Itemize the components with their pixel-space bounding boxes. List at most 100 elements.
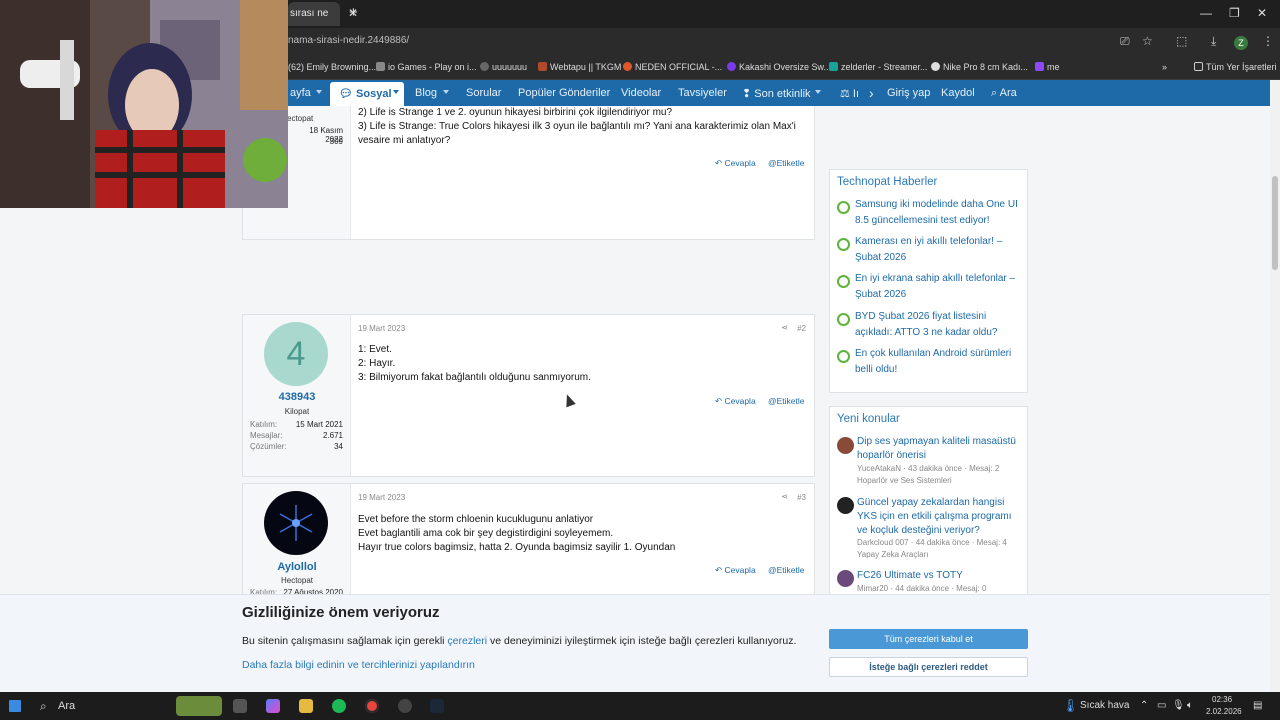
bookmark-item[interactable]: NEDEN OFFICIAL -...	[623, 62, 722, 72]
reply-button[interactable]: ↶ Cevapla	[715, 565, 756, 576]
nav-item-tavsiyeler[interactable]: Tavsiyeler	[678, 87, 727, 99]
avatar[interactable]: 4	[264, 322, 328, 386]
nav-item-home[interactable]: ayfa	[290, 87, 311, 99]
avatar[interactable]	[837, 497, 854, 514]
nav-item-sorular[interactable]: Sorular	[466, 87, 501, 99]
bookmark-item[interactable]: uuuuuuu	[480, 62, 527, 72]
tag-button[interactable]: @Etiketle	[768, 396, 805, 406]
topic-link[interactable]: Güncel yapay zekalardan hangisi YKS için…	[857, 496, 1023, 538]
accept-all-cookies-button[interactable]: Tüm çerezleri kabul et	[829, 629, 1028, 649]
close-window-icon[interactable]: ✕	[1257, 6, 1267, 20]
bookmark-item[interactable]: Kakashi Oversize Sw...	[727, 62, 831, 72]
minimize-icon[interactable]: —	[1200, 6, 1212, 20]
avatar[interactable]	[837, 437, 854, 454]
share-icon[interactable]: ⋖	[781, 323, 788, 332]
topic-forum[interactable]: Hoparlör ve Ses Sistemleri	[857, 475, 1023, 487]
post-text-line: Evet before the storm chloenin kucuklugu…	[358, 514, 594, 525]
register-link[interactable]: Kaydol	[941, 87, 975, 99]
microphone-icon[interactable]: 🎙︎	[1172, 700, 1185, 711]
widget-title[interactable]: Technopat Haberler	[837, 176, 937, 188]
nav-item-blog[interactable]: Blog	[415, 87, 437, 99]
chevron-right-icon[interactable]: ›	[869, 85, 874, 101]
bookmark-item[interactable]: Webtapu || TKGM	[538, 62, 621, 72]
profile-avatar[interactable]: Z	[1234, 36, 1248, 50]
browser-tab-active[interactable]: sırası ne	[288, 2, 340, 26]
chevron-down-icon[interactable]	[815, 90, 821, 94]
weather-text[interactable]: Sıcak hava	[1080, 700, 1129, 711]
chevron-down-icon[interactable]	[443, 90, 449, 94]
download-icon[interactable]: ⤓	[1211, 34, 1216, 49]
avatar[interactable]	[264, 491, 328, 555]
bookmark-item[interactable]: me	[1035, 62, 1060, 72]
tag-button[interactable]: @Etiketle	[768, 158, 805, 168]
search-highlight-image[interactable]	[176, 696, 222, 716]
tray-chevron-icon[interactable]: ⌃	[1140, 700, 1148, 711]
reply-button[interactable]: ↶ Cevapla	[715, 158, 756, 169]
tag-button[interactable]: @Etiketle	[768, 565, 805, 575]
post-number[interactable]: #2	[797, 324, 806, 333]
bookmark-item[interactable]: zelderler - Streamer...	[829, 62, 928, 72]
all-bookmarks[interactable]: Tüm Yer İşaretleri	[1194, 62, 1277, 72]
nav-item-son-etkinlik[interactable]: ❢ Son etkinlik	[742, 87, 811, 100]
cookies-link[interactable]: çerezleri	[447, 635, 487, 647]
url-text[interactable]: nama-sirasi-nedir.2449886/	[288, 35, 409, 46]
menu-kebab-icon[interactable]: ⋮	[1262, 34, 1274, 48]
reject-optional-cookies-button[interactable]: İsteğe bağlı çerezleri reddet	[829, 657, 1028, 677]
task-view-icon[interactable]	[233, 699, 247, 713]
username-link[interactable]: 438943	[243, 391, 351, 403]
bookmark-item[interactable]: (62) Emily Browning...	[288, 62, 376, 72]
bookmark-favicon-icon	[727, 62, 736, 71]
taskbar-date[interactable]: 2.02.2026	[1206, 707, 1242, 716]
post-date[interactable]: 19 Mart 2023	[358, 324, 405, 333]
cast-icon[interactable]: ⎚	[1120, 34, 1130, 49]
nav-item-videolar[interactable]: Videolar	[621, 87, 661, 99]
obs-icon[interactable]	[398, 699, 412, 713]
reply-button[interactable]: ↶ Cevapla	[715, 396, 756, 407]
cookie-preferences-link[interactable]: Daha fazla bilgi edinin ve tercihleriniz…	[242, 659, 475, 671]
bookmark-item[interactable]: Nike Pro 8 cm Kadı...	[931, 62, 1028, 72]
scrollbar[interactable]	[1270, 80, 1280, 692]
nav-item-more[interactable]: ⚖ Iı	[840, 87, 859, 100]
new-tab-button[interactable]: +	[349, 4, 358, 21]
chevron-down-icon[interactable]	[316, 90, 322, 94]
news-link[interactable]: BYD Şubat 2026 fiyat listesini açıkladı:…	[855, 309, 1025, 341]
username-link[interactable]: Aylollol	[243, 561, 351, 573]
chrome-icon[interactable]	[365, 699, 379, 713]
scrollbar-thumb[interactable]	[1272, 176, 1278, 270]
search-nav[interactable]: ⌕ Ara	[991, 87, 1017, 100]
share-icon[interactable]: ⋖	[781, 492, 788, 501]
file-explorer-icon[interactable]	[299, 699, 313, 713]
windows-start-icon[interactable]	[9, 700, 21, 712]
extensions-icon[interactable]: ⬚	[1176, 34, 1187, 48]
bookmark-star-icon[interactable]: ☆	[1142, 34, 1153, 48]
nav-item-populer[interactable]: Popüler Gönderiler	[518, 87, 610, 99]
spotify-icon[interactable]	[332, 699, 346, 713]
bookmark-item[interactable]: io Games - Play on i...	[376, 62, 477, 72]
nav-item-sosyal[interactable]: 💬︎ Sosyal	[339, 87, 392, 100]
post-user-panel: Aylollol Hectopat Katılım: 27 Ağustos 202…	[243, 484, 351, 597]
notifications-icon[interactable]: ▤	[1253, 700, 1262, 711]
news-link[interactable]: En çok kullanılan Android sürümleri bell…	[855, 346, 1025, 378]
topic-link[interactable]: Dip ses yapmayan kaliteli masaüstü hopar…	[857, 435, 1023, 463]
login-link[interactable]: Giriş yap	[887, 87, 930, 99]
chevron-right-icon[interactable]: »	[1162, 62, 1167, 72]
avatar[interactable]	[837, 570, 854, 587]
topic-forum[interactable]: Yapay Zeka Araçları	[857, 549, 1023, 561]
network-icon[interactable]: ▭	[1157, 700, 1166, 711]
new-topics-widget: Yeni konular Dip ses yapmayan kaliteli m…	[829, 406, 1028, 594]
post-number[interactable]: #3	[797, 493, 806, 502]
post-date[interactable]: 19 Mart 2023	[358, 493, 405, 502]
steam-icon[interactable]	[430, 699, 444, 713]
chevron-down-icon[interactable]	[393, 90, 399, 94]
search-icon[interactable]: ⌕	[40, 699, 47, 714]
copilot-icon[interactable]	[266, 699, 280, 713]
taskbar-search[interactable]: Ara	[58, 700, 75, 712]
maximize-icon[interactable]: ❐	[1229, 6, 1240, 20]
taskbar-time[interactable]: 02:36	[1212, 695, 1232, 704]
news-link[interactable]: Samsung iki modelinde daha One UI 8.5 gü…	[855, 197, 1025, 229]
news-link[interactable]: Kamerası en iyi akıllı telefonlar! – Şub…	[855, 234, 1025, 266]
volume-icon[interactable]: 🔈︎	[1187, 700, 1193, 711]
topic-link[interactable]: FC26 Ultimate vs TOTY	[857, 569, 1023, 583]
widget-title[interactable]: Yeni konular	[837, 413, 900, 425]
news-link[interactable]: En iyi ekrana sahip akıllı telefonlar – …	[855, 271, 1025, 303]
